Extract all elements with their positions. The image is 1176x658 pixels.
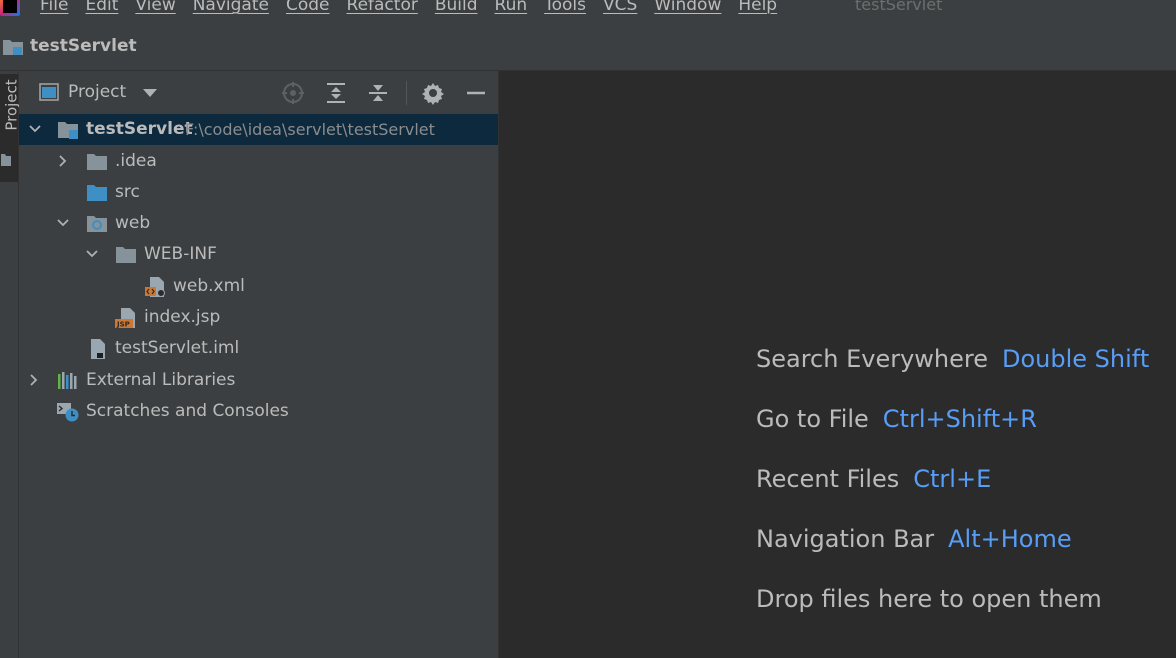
editor-empty-area: Search Everywhere Double Shift Go to File… — [499, 71, 1176, 658]
hint-text: Navigation Bar — [756, 525, 935, 553]
tree-item-label: WEB-INF — [144, 244, 217, 264]
navigation-bar: testServlet — [0, 24, 1176, 71]
menu-edit[interactable]: Edit — [85, 0, 118, 15]
folder-icon — [87, 154, 107, 170]
module-file-icon — [91, 339, 105, 359]
folder-icon — [1, 154, 11, 166]
gear-icon[interactable] — [421, 81, 445, 105]
menu-help[interactable]: Help — [738, 0, 777, 15]
chevron-down-icon[interactable] — [85, 247, 99, 261]
tree-item-web[interactable]: web — [19, 208, 498, 239]
menu-file[interactable]: File — [40, 0, 68, 15]
folder-icon — [116, 247, 136, 263]
menu-run[interactable]: Run — [495, 0, 528, 15]
tree-item-label: External Libraries — [86, 370, 236, 390]
scratches-icon — [57, 403, 79, 422]
project-view-icon — [39, 83, 59, 101]
header-separator — [406, 81, 407, 105]
tree-item-label: .idea — [115, 151, 157, 171]
source-folder-icon — [87, 185, 107, 201]
hint-search-everywhere: Search Everywhere Double Shift — [756, 345, 1149, 373]
hint-text: Recent Files — [756, 465, 900, 493]
tree-item-web-inf[interactable]: WEB-INF — [19, 239, 498, 270]
chevron-down-icon[interactable] — [56, 216, 70, 230]
tree-item-idea[interactable]: .idea — [19, 146, 498, 177]
tree-item-root[interactable]: testServlet F:\code\idea\servlet\testSer… — [19, 114, 498, 145]
breadcrumb-project[interactable]: testServlet — [30, 36, 137, 56]
tree-item-label: testServlet — [86, 119, 193, 139]
window-title: testServlet — [855, 0, 943, 14]
menu-view[interactable]: View — [135, 0, 175, 15]
svg-text:JSP: JSP — [116, 321, 130, 329]
tree-item-external-libraries[interactable]: External Libraries — [19, 365, 498, 396]
hint-shortcut: Ctrl+Shift+R — [882, 405, 1037, 433]
tree-item-label: web.xml — [173, 276, 245, 296]
menu-navigate[interactable]: Navigate — [193, 0, 269, 15]
expand-all-icon[interactable] — [324, 81, 348, 105]
tree-item-label: index.jsp — [144, 307, 221, 327]
hint-shortcut: Ctrl+E — [913, 465, 992, 493]
tree-item-index-jsp[interactable]: JSP index.jsp — [19, 302, 498, 333]
menu-items: File Edit View Navigate Code Refactor Bu… — [40, 0, 794, 15]
hint-go-to-file: Go to File Ctrl+Shift+R — [756, 405, 1037, 433]
hint-drop-files: Drop files here to open them — [756, 585, 1102, 613]
chevron-right-icon[interactable] — [56, 154, 70, 168]
menu-refactor[interactable]: Refactor — [347, 0, 418, 15]
hint-text: Go to File — [756, 405, 869, 433]
web-folder-icon — [87, 216, 107, 232]
chevron-right-icon[interactable] — [27, 373, 41, 387]
hint-text: Drop files here to open them — [756, 585, 1102, 613]
tree-item-label: web — [115, 213, 151, 233]
menu-bar: File Edit View Navigate Code Refactor Bu… — [0, 0, 1176, 24]
jsp-file-icon: JSP — [115, 308, 135, 329]
module-folder-icon — [58, 122, 78, 139]
menu-build[interactable]: Build — [435, 0, 478, 15]
xml-file-icon — [145, 277, 165, 297]
app-logo-icon — [0, 0, 20, 16]
chevron-down-icon[interactable] — [28, 122, 42, 136]
menu-tools[interactable]: Tools — [544, 0, 586, 15]
project-panel: Project testServlet F:\code\idea\servlet… — [19, 71, 499, 658]
hint-shortcut: Double Shift — [1002, 345, 1150, 373]
collapse-all-icon[interactable] — [366, 81, 390, 105]
menu-vcs[interactable]: VCS — [603, 0, 637, 15]
hint-shortcut: Alt+Home — [948, 525, 1072, 553]
menu-window[interactable]: Window — [654, 0, 721, 15]
tree-item-scratches[interactable]: Scratches and Consoles — [19, 396, 498, 427]
hint-text: Search Everywhere — [756, 345, 988, 373]
tree-item-iml[interactable]: testServlet.iml — [19, 333, 498, 364]
locate-icon[interactable] — [281, 81, 305, 105]
project-tool-tab[interactable]: Project — [0, 74, 21, 182]
tree-item-label: src — [115, 182, 140, 202]
minimize-icon[interactable] — [464, 81, 488, 105]
project-panel-header: Project — [19, 71, 498, 113]
tree-item-label: Scratches and Consoles — [86, 401, 289, 421]
tree-item-src[interactable]: src — [19, 177, 498, 208]
menu-code[interactable]: Code — [286, 0, 330, 15]
chevron-down-icon[interactable] — [143, 89, 157, 97]
tree-item-label: testServlet.iml — [115, 338, 240, 358]
project-view-selector[interactable]: Project — [68, 82, 126, 102]
project-tool-tab-label: Project — [2, 79, 21, 131]
hint-recent-files: Recent Files Ctrl+E — [756, 465, 991, 493]
project-folder-icon — [3, 40, 23, 55]
hint-navigation-bar: Navigation Bar Alt+Home — [756, 525, 1072, 553]
tree-item-path: F:\code\idea\servlet\testServlet — [185, 120, 435, 139]
library-icon — [58, 372, 77, 389]
tree-item-web-xml[interactable]: web.xml — [19, 271, 498, 302]
